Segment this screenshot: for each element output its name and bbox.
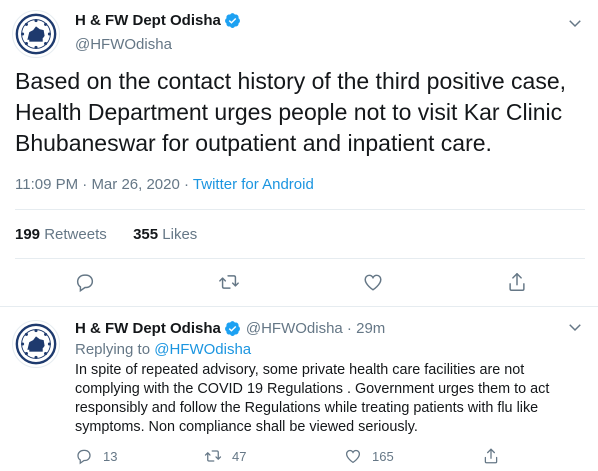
engagement-stats: 199 Retweets 355 Likes [15, 226, 197, 243]
tweet-text: Based on the contact history of the thir… [15, 68, 567, 156]
display-name[interactable]: H & FW Dept Odisha [75, 320, 221, 337]
display-name[interactable]: H & FW Dept Odisha [75, 12, 221, 29]
likes-count: 355 [133, 226, 159, 243]
retweets-count: 199 [15, 226, 41, 243]
replying-to-label: Replying to [75, 341, 151, 358]
tweet-date[interactable]: Mar 26, 2020 [91, 176, 179, 193]
reply-icon[interactable] [74, 271, 96, 293]
share-icon[interactable] [506, 271, 528, 293]
avatar[interactable] [12, 320, 60, 368]
replying-to: Replying to @HFWOdisha [75, 341, 251, 358]
tweet-text: In spite of repeated advisory, some priv… [75, 362, 550, 435]
retweet-icon[interactable] [218, 271, 240, 293]
retweet-button[interactable]: 47 [204, 447, 246, 465]
avatar[interactable] [12, 10, 60, 58]
tweet-time[interactable]: 11:09 PM [15, 176, 78, 193]
tweet-source[interactable]: Twitter for Android [193, 176, 314, 193]
retweets-stat[interactable]: 199 Retweets [15, 226, 107, 243]
emblem-icon [13, 11, 59, 57]
tweet-meta: 11:09 PM · Mar 26, 2020 · Twitter for An… [15, 176, 314, 193]
retweet-icon [204, 450, 222, 462]
author-name-row[interactable]: H & FW Dept Odisha [75, 12, 241, 29]
handle[interactable]: @HFWOdisha [75, 36, 172, 53]
divider [0, 306, 598, 307]
reply-icon [77, 449, 91, 465]
likes-label: Likes [162, 226, 198, 243]
retweet-count: 47 [232, 448, 247, 464]
header-separator: · [342, 320, 357, 337]
reply-author-row: H & FW Dept Odisha @HFWOdisha · 29m [75, 320, 385, 337]
retweets-label: Retweets [44, 226, 107, 243]
share-button[interactable] [482, 447, 500, 465]
divider [15, 209, 585, 210]
like-count: 165 [372, 448, 394, 464]
share-icon [484, 448, 498, 464]
like-icon [345, 449, 361, 464]
handle[interactable]: @HFWOdisha [246, 320, 343, 337]
verified-badge-icon [224, 12, 241, 29]
likes-stat[interactable]: 355 Likes [133, 226, 197, 243]
replying-to-handle[interactable]: @HFWOdisha [154, 341, 251, 358]
divider [15, 258, 585, 259]
tweet-time-ago[interactable]: 29m [356, 320, 385, 337]
reply-button[interactable]: 13 [75, 447, 117, 465]
like-icon[interactable] [362, 271, 384, 293]
meta-separator: · [184, 176, 193, 193]
chevron-down-icon[interactable] [566, 318, 584, 336]
chevron-down-icon[interactable] [566, 14, 584, 32]
emblem-icon [13, 321, 59, 367]
like-button[interactable]: 165 [344, 447, 394, 465]
verified-badge-icon [224, 320, 241, 337]
reply-count: 13 [103, 448, 118, 464]
